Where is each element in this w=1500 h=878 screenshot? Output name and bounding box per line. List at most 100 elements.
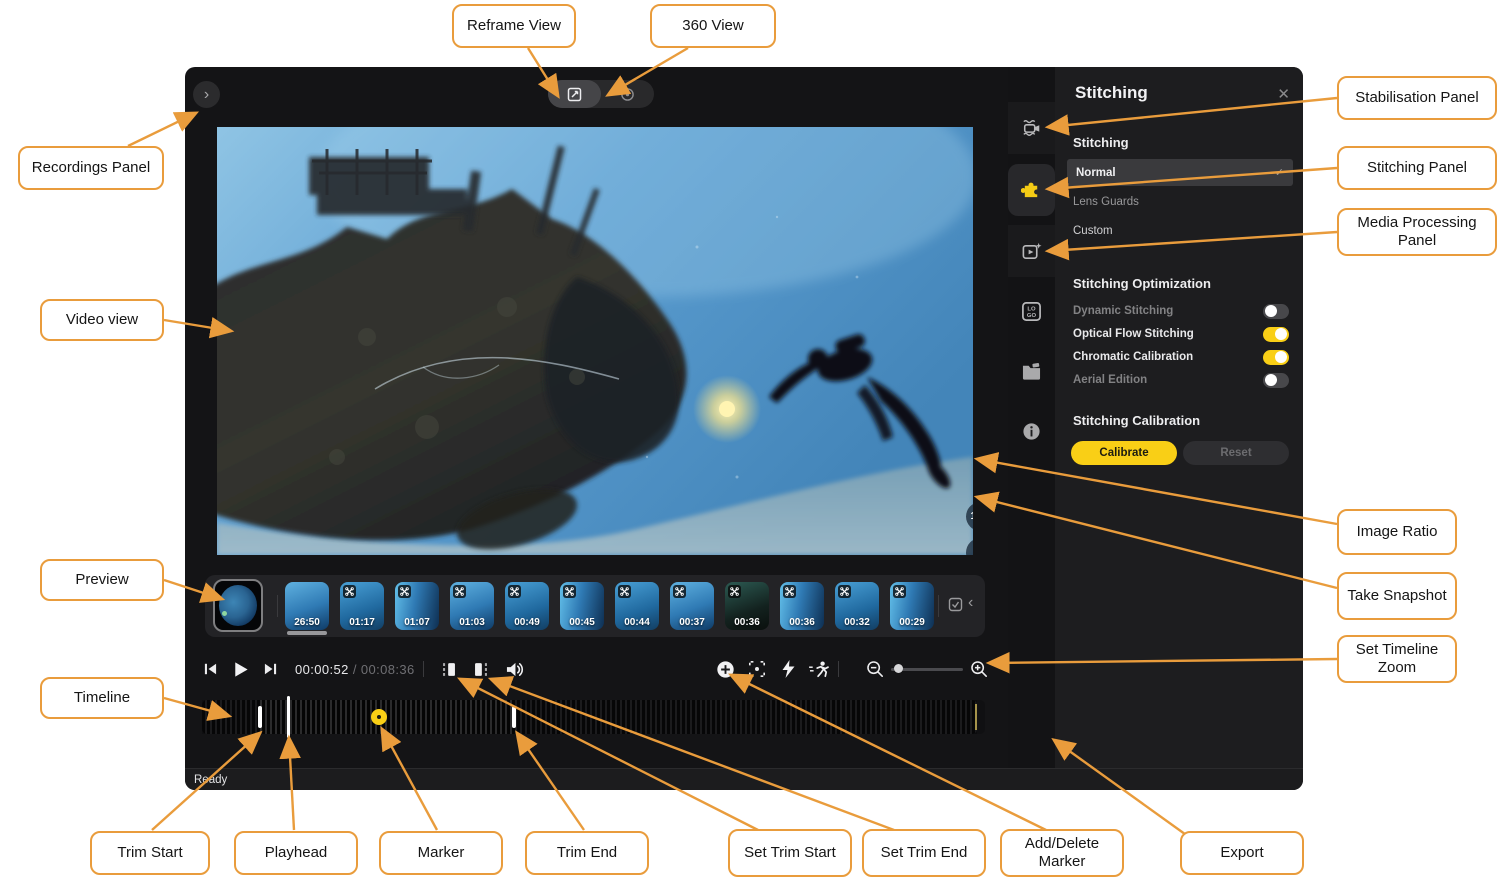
clip-duration: 00:49 [505,617,549,628]
clip-thumbnail[interactable]: 00:36 [725,582,769,630]
set-trim-start-button[interactable] [437,652,461,686]
select-clips-icon[interactable] [948,597,963,612]
svg-text:LO: LO [1027,306,1036,312]
close-panel-button[interactable]: ✕ [1277,85,1290,103]
tab-media-processing[interactable] [1008,225,1055,277]
zoom-slider-knob[interactable] [894,664,903,673]
trim-end-handle[interactable] [512,706,516,728]
play-button[interactable] [227,652,253,686]
timeline-strip[interactable] [202,700,985,734]
clip-thumbnail[interactable]: 00:45 [560,582,604,630]
reframe-view-button[interactable] [548,80,601,108]
collapse-thumbnails-icon[interactable]: ‹ [968,594,973,612]
toggle-row-optical-flow: Optical Flow Stitching [1073,326,1289,342]
clip-duration: 01:17 [340,617,384,628]
skip-forward-icon [262,661,279,677]
video-view[interactable]: 16:9 [217,127,973,555]
media-processing-icon [1021,241,1042,262]
drone-badge-icon [838,585,851,598]
volume-icon [505,661,524,678]
trimmed-out-region [514,700,977,734]
stitch-option-custom[interactable]: Custom [1073,225,1113,237]
controls-divider [838,652,839,686]
deep-track-button[interactable] [745,652,769,686]
clip-thumbnail[interactable]: 00:36 [780,582,824,630]
trimmed-out-region [202,700,260,734]
stitch-option-normal[interactable]: Normal ✓ [1067,159,1293,186]
clip-duration: 26:50 [285,617,329,628]
trim-start-handle[interactable] [258,706,262,728]
tracking-target-icon [748,660,766,678]
clip-duration: 00:36 [725,617,769,628]
total-time: / 00:08:36 [353,662,415,677]
clip-thumbnail[interactable]: 00:32 [835,582,879,630]
eye-360-icon [620,87,635,102]
optical-flow-toggle[interactable] [1263,327,1289,342]
callout-export: Export [1180,831,1304,875]
optimization-section-label: Stitching Optimization [1073,276,1211,291]
diver-light-dot [222,611,227,616]
set-trim-end-button[interactable] [469,652,493,686]
timeline-marker[interactable] [371,709,387,725]
tab-stitching[interactable] [1008,164,1055,216]
view-360-button[interactable] [601,80,654,108]
thumbnail-divider [277,595,278,617]
add-marker-icon [716,660,735,679]
panel-title: Stitching [1075,83,1148,103]
clip-thumbnail[interactable]: 01:07 [395,582,439,630]
tab-info[interactable] [1008,405,1055,457]
add-delete-marker-button[interactable] [714,652,736,686]
runner-icon [808,660,830,678]
clip-duration: 00:29 [890,617,934,628]
stitching-icon [1021,180,1042,201]
toggle-row-chromatic-calibration: Chromatic Calibration [1073,349,1289,365]
clip-thumbnail[interactable]: 01:03 [450,582,494,630]
close-icon: ✕ [1277,86,1290,103]
drone-badge-icon [673,585,686,598]
volume-button[interactable] [501,652,527,686]
playhead[interactable] [287,696,290,738]
app-window: › [185,67,1303,790]
clip-thumbnail[interactable]: 00:49 [505,582,549,630]
flash-effect-button[interactable] [778,652,798,686]
callout-set-trim-end: Set Trim End [862,829,986,877]
reset-button[interactable]: Reset [1183,441,1289,465]
callout-reframe-view: Reframe View [452,4,576,48]
drone-badge-icon [783,585,796,598]
aerial-edition-toggle[interactable] [1263,373,1289,388]
callout-preview: Preview [40,559,164,601]
callout-playhead: Playhead [234,831,358,875]
timeline-zoom-slider[interactable] [889,652,965,686]
clip-thumbnail[interactable]: 00:29 [890,582,934,630]
callout-trim-end: Trim End [525,831,649,875]
toggle-row-aerial-edition: Aerial Edition [1073,372,1289,388]
thumbnail-scrollbar[interactable] [287,631,327,635]
dynamic-stitching-toggle[interactable] [1263,304,1289,319]
tab-logo[interactable]: LO GO [1008,285,1055,337]
drone-badge-icon [728,585,741,598]
chromatic-calibration-toggle[interactable] [1263,350,1289,365]
clip-thumbnail[interactable]: 00:44 [615,582,659,630]
tab-stabilisation[interactable] [1008,102,1055,154]
recordings-panel-toggle-button[interactable]: › [193,81,220,108]
clip-thumbnail[interactable]: 01:17 [340,582,384,630]
timeline-zoom-in-button[interactable] [967,652,991,686]
motion-speed-button[interactable] [805,652,833,686]
stitch-option-lens-guards[interactable]: Lens Guards [1073,196,1139,208]
calibrate-button[interactable]: Calibrate [1071,441,1177,465]
zoom-in-icon [970,660,988,678]
clip-thumbnail[interactable]: 26:50 [285,582,329,630]
timeline-end-line [975,704,977,730]
drone-badge-icon [453,585,466,598]
timeline-zoom-out-button[interactable] [863,652,887,686]
clip-duration: 01:07 [395,617,439,628]
callout-video-view: Video view [40,299,164,341]
skip-back-button[interactable] [199,652,221,686]
drone-badge-icon [343,585,356,598]
skip-forward-button[interactable] [259,652,281,686]
clip-thumbnail[interactable]: 00:37 [670,582,714,630]
svg-text:GO: GO [1027,313,1037,319]
callout-recordings-panel: Recordings Panel [18,146,164,190]
selected-preview-thumbnail[interactable] [213,579,263,632]
tab-files[interactable] [1008,345,1055,397]
